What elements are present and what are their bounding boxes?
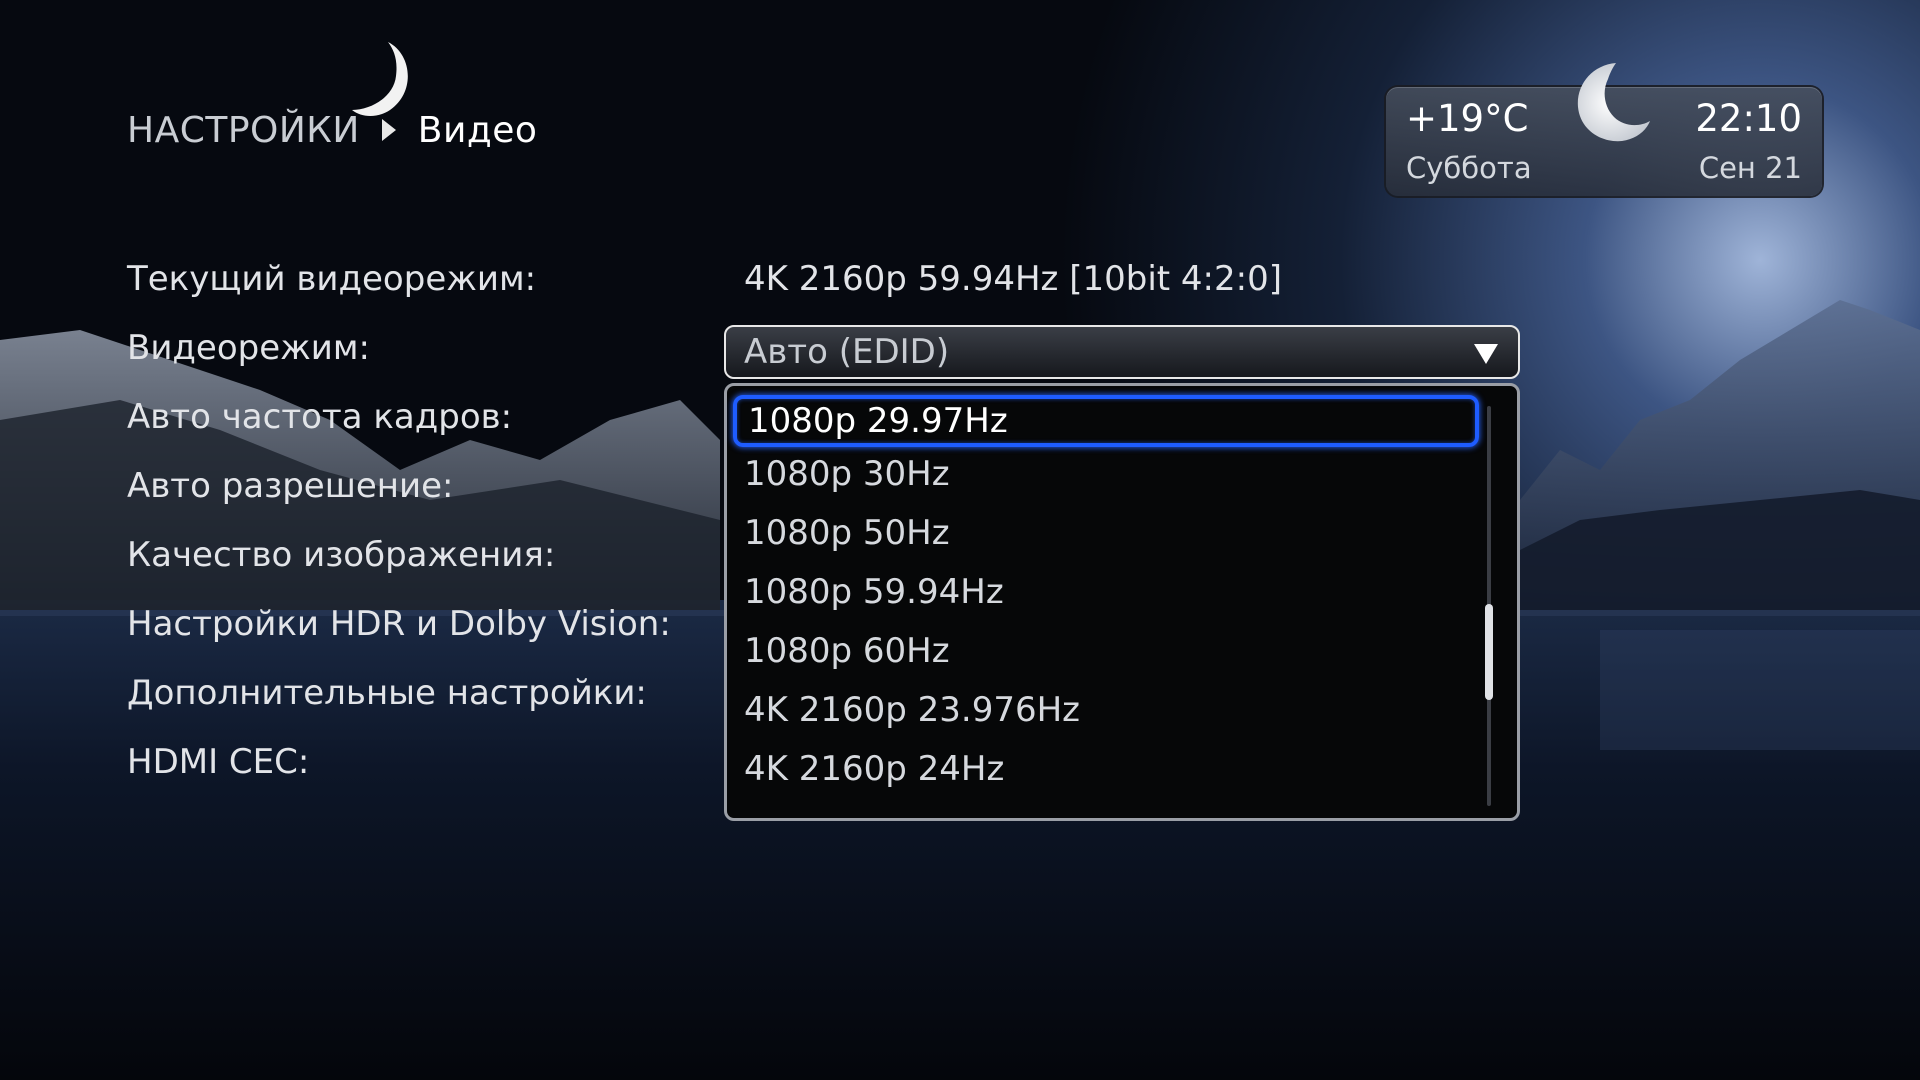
breadcrumb-separator-icon (381, 119, 396, 141)
current-video-mode-value: 4K 2160p 59.94Hz [10bit 4:2:0] (744, 259, 1282, 299)
crescent-moon-icon (1577, 63, 1650, 142)
dropdown-arrow-icon[interactable] (1474, 344, 1498, 364)
setting-hdmi-cec[interactable]: HDMI CEC: (127, 742, 309, 782)
video-mode-option[interactable]: 1080p 30Hz (744, 448, 950, 500)
video-mode-option[interactable]: 4K 2160p 23.976Hz (744, 684, 1080, 736)
setting-picture-quality[interactable]: Качество изображения: (127, 535, 555, 575)
date-label: Сен 21 (1698, 151, 1802, 185)
video-mode-option[interactable]: 1080p 50Hz (744, 507, 950, 559)
setting-advanced[interactable]: Дополнительные настройки: (127, 673, 647, 713)
setting-video-mode[interactable]: Видеорежим: (127, 328, 370, 368)
video-mode-option[interactable]: 4K 2160p 24Hz (744, 743, 1004, 795)
breadcrumb: НАСТРОЙКИ Видео (127, 104, 537, 156)
tv-settings-screen: НАСТРОЙКИ Видео +19°C 22:10 Суббота Сен … (0, 0, 1920, 1080)
page-title: Видео (417, 109, 538, 151)
weather-temperature: +19°C (1406, 97, 1529, 140)
clock-time: 22:10 (1695, 97, 1802, 140)
crescent-logo-icon (352, 42, 408, 116)
video-mode-select[interactable]: Авто (EDID) (724, 325, 1520, 379)
current-video-mode-label: Текущий видеорежим: (127, 259, 537, 299)
dropdown-scrollbar-thumb[interactable] (1485, 604, 1493, 700)
setting-auto-resolution[interactable]: Авто разрешение: (127, 466, 453, 506)
dropdown-scrollbar[interactable] (1485, 406, 1493, 806)
setting-auto-framerate[interactable]: Авто частота кадров: (127, 397, 512, 437)
breadcrumb-root: НАСТРОЙКИ (127, 109, 360, 151)
setting-hdr-dolby-vision[interactable]: Настройки HDR и Dolby Vision: (127, 604, 671, 644)
video-mode-select-value: Авто (EDID) (744, 332, 950, 372)
weather-widget: +19°C 22:10 Суббота Сен 21 (1386, 63, 1822, 196)
video-mode-dropdown-list[interactable]: 1080p 29.97Hz 1080p 30Hz 1080p 50Hz 1080… (724, 383, 1520, 821)
video-mode-option-selected[interactable]: 1080p 29.97Hz (733, 395, 1479, 447)
weekday-label: Суббота (1406, 151, 1532, 185)
video-mode-option[interactable]: 1080p 60Hz (744, 625, 950, 677)
video-mode-option[interactable]: 1080p 59.94Hz (744, 566, 1004, 618)
